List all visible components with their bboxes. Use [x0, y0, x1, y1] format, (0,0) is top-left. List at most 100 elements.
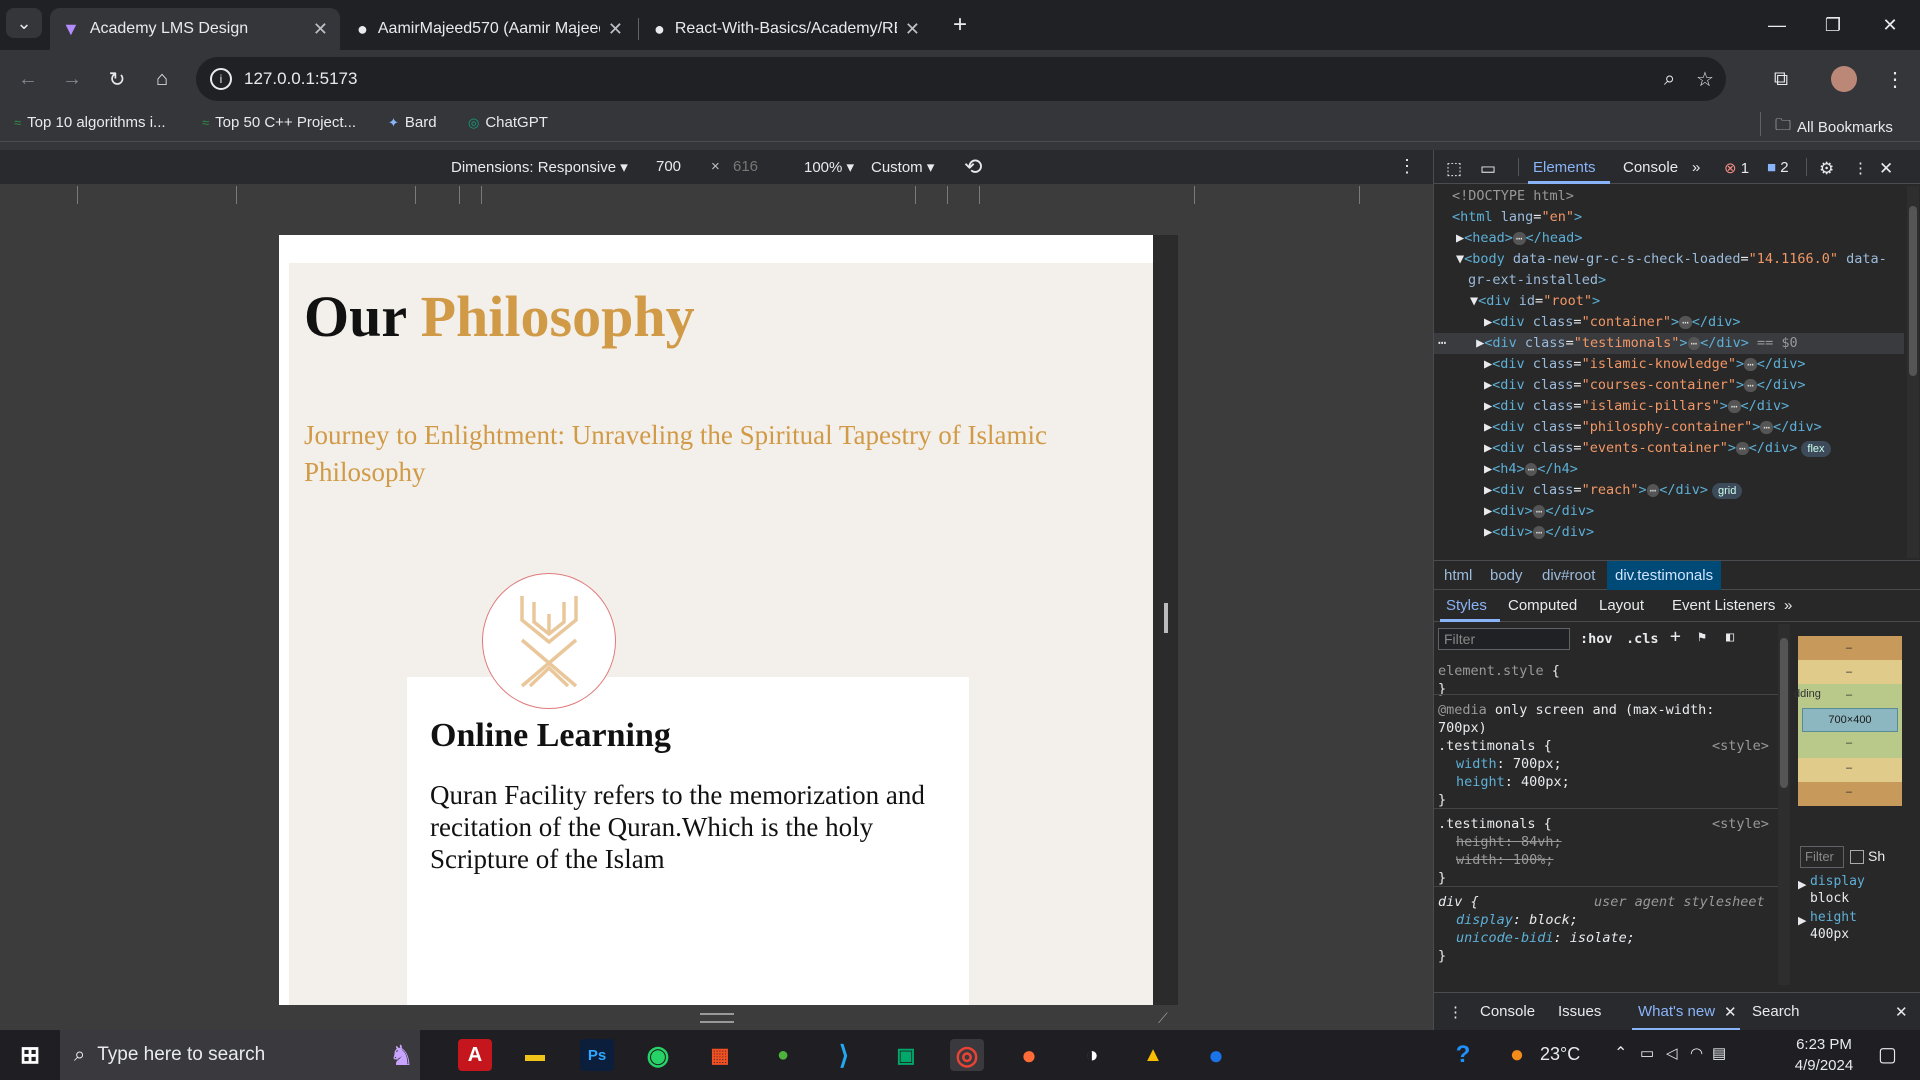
- new-tab-button[interactable]: +: [940, 10, 980, 40]
- style-source-link[interactable]: <style>: [1712, 815, 1769, 833]
- css-declaration-overridden[interactable]: height: 84vh;: [1456, 833, 1562, 851]
- dom-line[interactable]: ▶<div class="container"> ⋯ </div>: [1484, 312, 1741, 333]
- taskbar-search[interactable]: ⌕ Type here to search ♞: [60, 1030, 420, 1080]
- styles-scrollbar[interactable]: [1778, 624, 1790, 985]
- drawer-menu-icon[interactable]: ⋮: [1448, 1003, 1463, 1021]
- home-button[interactable]: ⌂: [144, 61, 180, 97]
- profile-button[interactable]: [1826, 61, 1862, 97]
- dom-line[interactable]: ▶<div class="islamic-knowledge"> ⋯ </div>: [1484, 354, 1806, 375]
- photoshop-icon[interactable]: Ps: [580, 1039, 614, 1071]
- bookmark-item[interactable]: ✦ Bard: [388, 114, 437, 131]
- settings-gear-icon[interactable]: ⚙: [1819, 159, 1834, 179]
- expand-icon[interactable]: ▶: [1798, 878, 1806, 891]
- inspect-element-icon[interactable]: ⬚: [1446, 159, 1462, 179]
- tab-search-button[interactable]: ⌄: [6, 8, 42, 38]
- breadcrumb-item-active[interactable]: div.testimonals: [1607, 561, 1722, 590]
- new-rule-icon[interactable]: +: [1670, 628, 1681, 646]
- bookmark-item[interactable]: ≈ Top 50 C++ Project...: [202, 114, 356, 131]
- dom-line[interactable]: ▶<div class="courses-container"> ⋯ </div>: [1484, 375, 1806, 396]
- hov-toggle[interactable]: :hov: [1580, 630, 1613, 648]
- meet-icon[interactable]: ▣: [889, 1039, 923, 1071]
- device-toggle-icon[interactable]: ▭: [1480, 159, 1496, 179]
- google-drive-icon[interactable]: ▲: [1136, 1039, 1170, 1071]
- dom-line[interactable]: ▶<div> ⋯ </div>: [1484, 501, 1594, 522]
- drawer-tab-search[interactable]: Search: [1752, 1003, 1800, 1020]
- close-window-button[interactable]: ✕: [1870, 10, 1910, 40]
- more-tabs-icon[interactable]: »: [1692, 159, 1700, 176]
- close-devtools-icon[interactable]: ✕: [1879, 159, 1893, 179]
- expand-icon[interactable]: ▶: [1798, 914, 1806, 927]
- dom-scrollbar[interactable]: [1907, 186, 1919, 558]
- dom-line[interactable]: ▼<body data-new-gr-c-s-check-loaded="14.…: [1456, 249, 1887, 270]
- bookmark-item[interactable]: ◎ ChatGPT: [468, 114, 548, 131]
- file-explorer-icon[interactable]: ▬: [518, 1039, 552, 1071]
- width-resize-handle[interactable]: [1164, 603, 1168, 633]
- dom-line[interactable]: ▶<div class="reach"> ⋯ </div> grid: [1484, 480, 1743, 501]
- whatsapp-icon[interactable]: ◉: [641, 1039, 675, 1071]
- tab-styles[interactable]: Styles: [1446, 597, 1487, 614]
- wifi-icon[interactable]: ◠: [1690, 1044, 1703, 1062]
- height-resize-handle[interactable]: [700, 1013, 734, 1023]
- paint-icon[interactable]: ⚑: [1698, 628, 1706, 646]
- temperature[interactable]: 23°C: [1540, 1044, 1580, 1065]
- style-source-link[interactable]: <style>: [1712, 737, 1769, 755]
- minimize-button[interactable]: —: [1757, 10, 1797, 40]
- tab-computed[interactable]: Computed: [1508, 597, 1577, 614]
- corner-resize-handle[interactable]: ⟋: [1158, 1010, 1168, 1027]
- breadcrumb-item[interactable]: body: [1490, 567, 1523, 584]
- message-count[interactable]: ■ 2: [1767, 159, 1789, 176]
- mongodb-icon[interactable]: ●: [766, 1039, 800, 1071]
- height-input[interactable]: 616: [733, 158, 758, 175]
- vscode-icon[interactable]: ⟩: [827, 1039, 861, 1071]
- more-tabs-icon[interactable]: »: [1784, 597, 1792, 614]
- zoom-select[interactable]: 100% ▾: [804, 158, 854, 176]
- notification-icon[interactable]: ▢: [1878, 1042, 1897, 1067]
- site-info-icon[interactable]: i: [210, 68, 232, 90]
- dimensions-select[interactable]: Dimensions: Responsive ▾: [451, 158, 628, 176]
- dom-line[interactable]: ▶<h4> ⋯ </h4>: [1484, 459, 1578, 480]
- keyboard-icon[interactable]: ▤: [1712, 1044, 1726, 1062]
- tab-event-listeners[interactable]: Event Listeners: [1672, 597, 1775, 614]
- tab-console[interactable]: Console: [1623, 159, 1678, 176]
- office-icon[interactable]: ▦: [703, 1039, 737, 1071]
- zoom-icon[interactable]: ⌕: [1664, 68, 1675, 91]
- tab-github-repo[interactable]: ● React-With-Basics/Academy/READ ✕: [642, 8, 932, 50]
- restore-button[interactable]: ❐: [1813, 10, 1853, 40]
- dom-line[interactable]: ▼<div id="root">: [1470, 291, 1600, 312]
- drawer-tab-issues[interactable]: Issues: [1558, 1003, 1601, 1020]
- tab-layout[interactable]: Layout: [1599, 597, 1644, 614]
- bookmark-star-icon[interactable]: ☆: [1696, 67, 1714, 92]
- dom-line-selected[interactable]: ⋯ ▶<div class="testimonals"> ⋯ </div> == $0: [1434, 333, 1904, 354]
- reload-button[interactable]: ↻: [99, 61, 135, 97]
- messages-icon[interactable]: ●: [1199, 1039, 1233, 1071]
- address-bar[interactable]: i 127.0.0.1:5173 ⌕ ☆: [196, 57, 1726, 101]
- forward-button[interactable]: →: [54, 61, 90, 97]
- css-declaration[interactable]: height: 400px;: [1456, 773, 1570, 791]
- dom-line[interactable]: ▶<div class="islamic-pillars"> ⋯ </div>: [1484, 396, 1789, 417]
- css-declaration[interactable]: width: 700px;: [1456, 755, 1562, 773]
- dom-line[interactable]: ▶<div class="philosphy-container"> ⋯ </div…: [1484, 417, 1822, 438]
- drawer-tab-whats-new[interactable]: What's new: [1638, 1003, 1715, 1020]
- close-icon[interactable]: ✕: [905, 19, 920, 40]
- all-bookmarks-button[interactable]: 🗀 All Bookmarks: [1775, 114, 1893, 141]
- dom-line[interactable]: gr-ext-installed>: [1468, 270, 1606, 291]
- tab-elements[interactable]: Elements: [1533, 159, 1596, 176]
- app-icon[interactable]: ◑: [1075, 1039, 1109, 1071]
- css-declaration-overridden[interactable]: width: 100%;: [1456, 851, 1554, 869]
- close-icon[interactable]: ✕: [313, 19, 328, 40]
- dom-line[interactable]: <!DOCTYPE html>: [1452, 186, 1574, 207]
- tab-academy-lms[interactable]: ▼ Academy LMS Design ✕: [50, 8, 340, 50]
- cls-toggle[interactable]: .cls: [1626, 630, 1659, 648]
- help-icon[interactable]: ?: [1446, 1039, 1480, 1071]
- back-button[interactable]: ←: [10, 61, 46, 97]
- computed-filter-input[interactable]: Filter: [1800, 846, 1844, 868]
- styles-filter-input[interactable]: Filter: [1438, 628, 1570, 650]
- device-options-button[interactable]: ⋮: [1398, 156, 1416, 177]
- acrobat-icon[interactable]: A: [458, 1039, 492, 1071]
- dom-line[interactable]: ▶<div class="events-container"> ⋯ </div> fl…: [1484, 438, 1831, 459]
- error-count[interactable]: ⊗ 1: [1724, 159, 1749, 177]
- url-text[interactable]: 127.0.0.1:5173: [244, 69, 357, 89]
- tray-chevron-icon[interactable]: ⌃: [1614, 1043, 1627, 1063]
- battery-icon[interactable]: ▭: [1640, 1044, 1654, 1062]
- breadcrumb-item[interactable]: html: [1444, 567, 1472, 584]
